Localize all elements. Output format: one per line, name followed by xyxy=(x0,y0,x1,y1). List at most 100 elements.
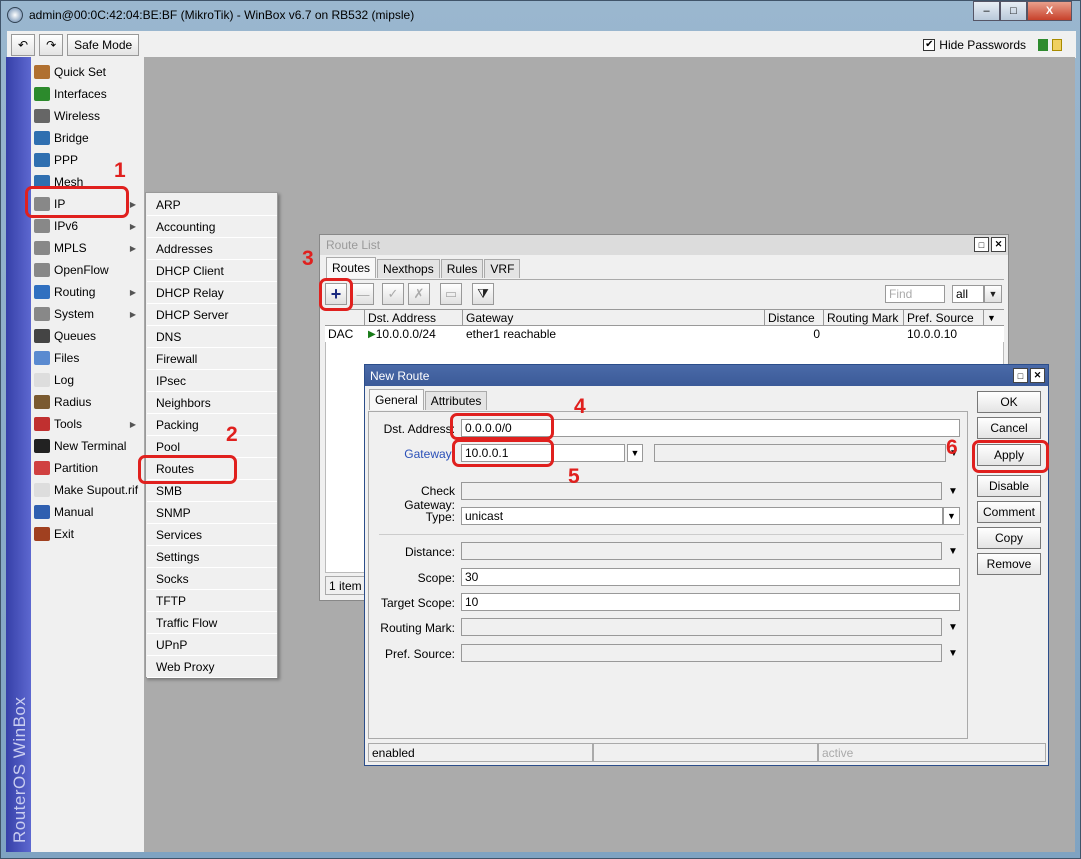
enable-icon[interactable]: ✓ xyxy=(382,283,404,305)
chevron-down-icon[interactable]: ▼ xyxy=(948,622,960,633)
column-header[interactable]: Distance xyxy=(765,310,824,326)
submenu-item-dhcp-client[interactable]: DHCP Client xyxy=(147,260,277,282)
submenu-item-dhcp-relay[interactable]: DHCP Relay xyxy=(147,282,277,304)
maximize-button[interactable]: □ xyxy=(1000,1,1027,21)
scope-field[interactable]: 30 xyxy=(461,568,960,586)
comment-button[interactable]: Comment xyxy=(977,501,1041,523)
submenu-item-accounting[interactable]: Accounting xyxy=(147,216,277,238)
close-icon[interactable]: ✕ xyxy=(1030,368,1045,383)
gateway-dropdown-icon[interactable]: ▼ xyxy=(627,444,643,462)
menu-item-quick-set[interactable]: Quick Set xyxy=(31,61,144,83)
menu-item-routing[interactable]: Routing ▶ xyxy=(31,281,144,303)
submenu-item-arp[interactable]: ARP xyxy=(147,194,277,216)
submenu-item-socks[interactable]: Socks xyxy=(147,568,277,590)
distance-field[interactable] xyxy=(461,542,942,560)
menu-item-openflow[interactable]: OpenFlow xyxy=(31,259,144,281)
submenu-item-web-proxy[interactable]: Web Proxy xyxy=(147,656,277,678)
chevron-down-icon[interactable]: ▼ xyxy=(948,648,960,659)
type-select[interactable]: unicast xyxy=(461,507,943,525)
menu-item-label: Wireless xyxy=(54,109,101,123)
column-header[interactable] xyxy=(325,310,365,326)
menu-item-exit[interactable]: Exit xyxy=(31,523,144,545)
remove-button[interactable]: Remove xyxy=(977,553,1041,575)
chevron-down-icon[interactable]: ▼ xyxy=(948,486,960,497)
menu-item-files[interactable]: Files xyxy=(31,347,144,369)
annotation-6: 6 xyxy=(946,436,958,459)
remove-icon[interactable]: — xyxy=(352,283,374,305)
routing-mark-field[interactable] xyxy=(461,618,942,636)
tab-general[interactable]: General xyxy=(369,389,424,410)
filter-icon[interactable]: ⧩ xyxy=(472,283,494,305)
comment-icon[interactable]: ▭ xyxy=(440,283,462,305)
menu-item-log[interactable]: Log xyxy=(31,369,144,391)
gateway-extra-field[interactable] xyxy=(654,444,946,462)
status-active: active xyxy=(818,743,1046,762)
filter-select[interactable]: all xyxy=(952,285,984,303)
menu-item-manual[interactable]: Manual xyxy=(31,501,144,523)
ipv6-icon xyxy=(34,219,50,233)
submenu-item-firewall[interactable]: Firewall xyxy=(147,348,277,370)
submenu-item-traffic-flow[interactable]: Traffic Flow xyxy=(147,612,277,634)
disable-icon[interactable]: ✗ xyxy=(408,283,430,305)
tab-nexthops[interactable]: Nexthops xyxy=(377,259,440,278)
table-row[interactable]: DAC ▶ 10.0.0.0/24 ether1 reachable 0 10.0.0.… xyxy=(325,326,1004,342)
submenu-item-dhcp-server[interactable]: DHCP Server xyxy=(147,304,277,326)
copy-button[interactable]: Copy xyxy=(977,527,1041,549)
column-header[interactable]: Dst. Address xyxy=(365,310,463,326)
menu-item-ipv6[interactable]: IPv6 ▶ xyxy=(31,215,144,237)
maximize-icon[interactable]: □ xyxy=(974,237,989,252)
menu-item-wireless[interactable]: Wireless xyxy=(31,105,144,127)
chevron-down-icon[interactable]: ▼ xyxy=(984,285,1002,303)
target-scope-field[interactable]: 10 xyxy=(461,593,960,611)
tab-vrf[interactable]: VRF xyxy=(484,259,521,278)
ok-button[interactable]: OK xyxy=(977,391,1041,413)
terminal-icon xyxy=(34,439,50,453)
submenu-item-upnp[interactable]: UPnP xyxy=(147,634,277,656)
submenu-item-dns[interactable]: DNS xyxy=(147,326,277,348)
menu-item-tools[interactable]: Tools ▶ xyxy=(31,413,144,435)
minimize-button[interactable]: – xyxy=(973,1,1000,21)
check-gateway-field[interactable] xyxy=(461,482,942,500)
maximize-icon[interactable]: □ xyxy=(1013,368,1028,383)
column-chooser-icon[interactable]: ▼ xyxy=(984,310,1004,326)
pref-source-field[interactable] xyxy=(461,644,942,662)
menu-item-new-terminal[interactable]: New Terminal xyxy=(31,435,144,457)
menu-item-radius[interactable]: Radius xyxy=(31,391,144,413)
menu-item-system[interactable]: System ▶ xyxy=(31,303,144,325)
column-header[interactable]: Pref. Source xyxy=(904,310,984,326)
hide-passwords-checkbox[interactable]: ✔ xyxy=(923,38,936,51)
submenu-item-snmp[interactable]: SNMP xyxy=(147,502,277,524)
close-button[interactable]: X xyxy=(1027,1,1072,21)
menu-item-interfaces[interactable]: Interfaces xyxy=(31,83,144,105)
tab-attributes[interactable]: Attributes xyxy=(424,391,488,410)
close-icon[interactable]: ✕ xyxy=(991,237,1006,252)
submenu-item-services[interactable]: Services xyxy=(147,524,277,546)
tab-routes[interactable]: Routes xyxy=(326,257,377,278)
disable-button[interactable]: Disable xyxy=(977,475,1041,497)
submenu-item-ipsec[interactable]: IPsec xyxy=(147,370,277,392)
menu-item-queues[interactable]: Queues xyxy=(31,325,144,347)
chevron-down-icon[interactable]: ▼ xyxy=(943,507,960,525)
submenu-item-neighbors[interactable]: Neighbors xyxy=(147,392,277,414)
menu-item-ppp[interactable]: PPP xyxy=(31,149,144,171)
menu-item-label: Quick Set xyxy=(54,65,107,79)
submenu-item-packing[interactable]: Packing xyxy=(147,414,277,436)
menu-item-partition[interactable]: Partition xyxy=(31,457,144,479)
find-input[interactable]: Find xyxy=(885,285,945,303)
submenu-item-tftp[interactable]: TFTP xyxy=(147,590,277,612)
redo-button[interactable]: ↷ xyxy=(39,33,64,56)
cancel-button[interactable]: Cancel xyxy=(977,417,1041,439)
tab-rules[interactable]: Rules xyxy=(440,259,484,278)
column-header[interactable]: Routing Mark xyxy=(824,310,904,326)
safe-mode-button[interactable]: Safe Mode xyxy=(67,33,140,56)
submenu-item-addresses[interactable]: Addresses xyxy=(147,238,277,260)
column-header[interactable]: Gateway xyxy=(463,310,765,326)
submenu-item-settings[interactable]: Settings xyxy=(147,546,277,568)
status-indicator-icon xyxy=(1038,38,1048,51)
menu-item-bridge[interactable]: Bridge xyxy=(31,127,144,149)
undo-button[interactable]: ↶ xyxy=(11,33,36,56)
menu-item-mpls[interactable]: MPLS ▶ xyxy=(31,237,144,259)
highlight-routes xyxy=(138,455,237,484)
menu-item-make-supout-rif[interactable]: Make Supout.rif xyxy=(31,479,144,501)
chevron-down-icon[interactable]: ▼ xyxy=(948,546,960,557)
